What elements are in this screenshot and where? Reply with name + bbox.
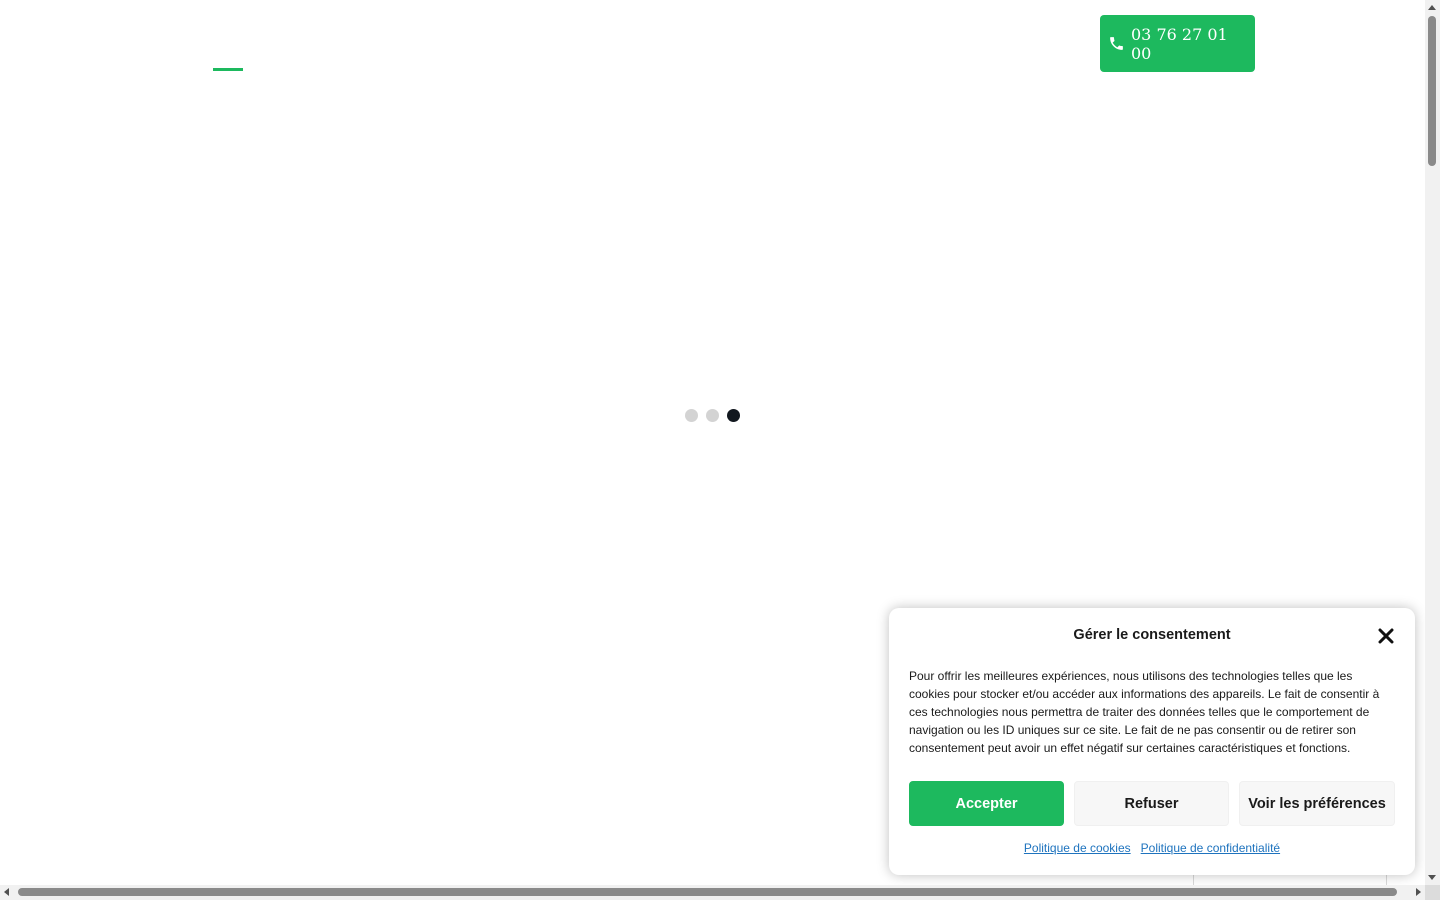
loader-dot-active bbox=[727, 409, 740, 422]
phone-call-button[interactable]: 03 76 27 01 00 bbox=[1100, 15, 1255, 72]
loader-dot bbox=[685, 409, 698, 422]
close-icon[interactable] bbox=[1377, 627, 1395, 645]
consent-title: Gérer le consentement bbox=[1073, 627, 1231, 643]
nav-active-indicator bbox=[213, 68, 243, 71]
consent-button-row: Accepter Refuser Voir les préférences bbox=[909, 781, 1395, 826]
cookie-consent-dialog: Gérer le consentement Pour offrir les me… bbox=[889, 608, 1415, 875]
cookie-policy-link[interactable]: Politique de cookies bbox=[1024, 841, 1131, 855]
scroll-down-icon[interactable] bbox=[1428, 875, 1436, 880]
page: 03 76 27 01 00 Gérer le consentement Pou… bbox=[0, 0, 1440, 900]
vertical-scrollbar[interactable] bbox=[1425, 0, 1440, 885]
loading-indicator bbox=[685, 409, 740, 422]
horizontal-scroll-thumb[interactable] bbox=[18, 888, 1397, 896]
scroll-left-icon[interactable] bbox=[4, 888, 9, 896]
consent-links: Politique de cookies Politique de confid… bbox=[889, 841, 1415, 855]
loader-dot bbox=[706, 409, 719, 422]
vertical-scroll-thumb[interactable] bbox=[1428, 16, 1436, 166]
accept-button[interactable]: Accepter bbox=[909, 781, 1064, 826]
scrollbar-corner bbox=[1425, 885, 1440, 900]
scroll-right-icon[interactable] bbox=[1416, 888, 1421, 896]
scroll-up-icon[interactable] bbox=[1428, 5, 1436, 10]
preferences-button[interactable]: Voir les préférences bbox=[1239, 781, 1395, 826]
consent-message: Pour offrir les meilleures expériences, … bbox=[909, 669, 1380, 755]
phone-icon bbox=[1108, 35, 1125, 52]
privacy-policy-link[interactable]: Politique de confidentialité bbox=[1141, 841, 1280, 855]
horizontal-scrollbar[interactable] bbox=[0, 885, 1425, 900]
deny-button[interactable]: Refuser bbox=[1074, 781, 1229, 826]
phone-number-label: 03 76 27 01 00 bbox=[1131, 24, 1228, 63]
